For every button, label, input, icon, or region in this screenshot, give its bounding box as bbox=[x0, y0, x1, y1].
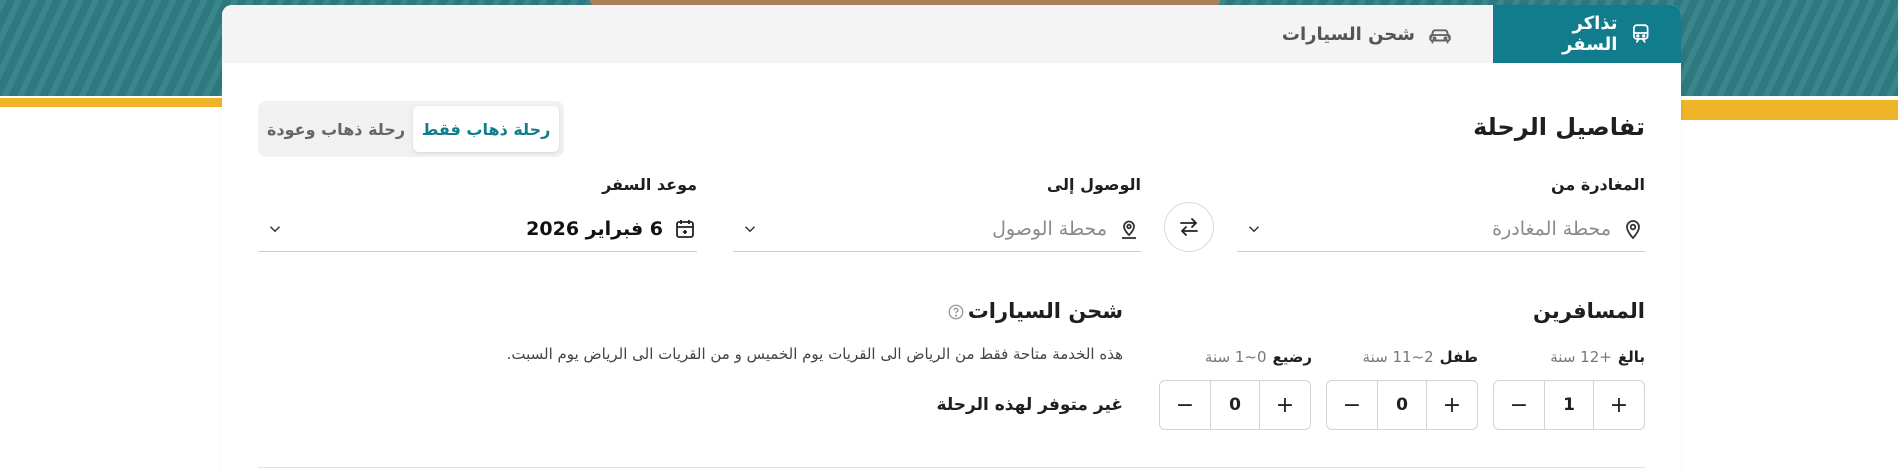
child-age-range: 2~11 سنة bbox=[1362, 348, 1434, 366]
departure-placeholder: محطة المغادرة bbox=[1492, 217, 1611, 240]
trip-type-toggle: رحلة ذهاب فقط رحلة ذهاب وعودة bbox=[258, 101, 564, 157]
accent-stripe-right bbox=[1668, 100, 1898, 120]
tab-car-shipping-label: شحن السيارات bbox=[1281, 23, 1415, 45]
arrival-label: الوصول إلى bbox=[1046, 175, 1141, 194]
child-type: طفل bbox=[1439, 348, 1478, 366]
child-decrement-button[interactable]: − bbox=[1327, 381, 1377, 429]
chevron-down-icon bbox=[744, 226, 756, 233]
arrival-field[interactable]: محطة الوصول bbox=[733, 206, 1141, 252]
child-increment-button[interactable]: + bbox=[1427, 381, 1477, 429]
trip-details-title: تفاصيل الرحلة bbox=[1473, 113, 1645, 141]
round-trip-option[interactable]: رحلة ذهاب وعودة bbox=[263, 106, 409, 152]
location-pin-icon bbox=[1626, 219, 1640, 239]
adult-type: بالغ bbox=[1617, 348, 1645, 366]
child-stepper: + 0 − bbox=[1326, 380, 1478, 430]
adult-count: 1 bbox=[1544, 381, 1594, 429]
car-shipping-note: هذه الخدمة متاحة فقط من الرياض الى القري… bbox=[506, 345, 1123, 363]
calendar-icon bbox=[676, 219, 694, 238]
infant-stepper: + 0 − bbox=[1159, 380, 1311, 430]
accent-stripe-left bbox=[0, 98, 230, 107]
car-icon bbox=[1429, 29, 1451, 44]
child-count: 0 bbox=[1377, 381, 1427, 429]
booking-tabs: تذاكر السفر شحن السيارات bbox=[222, 5, 1681, 63]
divider bbox=[258, 467, 1645, 468]
help-icon[interactable] bbox=[947, 303, 965, 321]
booking-card: تذاكر السفر شحن السيارات تفاصيل الرحلة ر… bbox=[222, 5, 1681, 470]
swap-arrows-icon bbox=[1180, 218, 1198, 236]
departure-field[interactable]: محطة المغادرة bbox=[1237, 206, 1645, 252]
infant-count: 0 bbox=[1210, 381, 1260, 429]
train-icon bbox=[1633, 24, 1649, 43]
adult-age-range: +12 سنة bbox=[1550, 348, 1612, 366]
chevron-down-icon bbox=[1248, 226, 1260, 233]
adult-stepper: + 1 − bbox=[1493, 380, 1645, 430]
travel-date-label: موعد السفر bbox=[602, 175, 697, 194]
passengers-title: المسافرين bbox=[1532, 299, 1645, 323]
infant-type: رضيع bbox=[1272, 348, 1313, 366]
departure-label: المغادرة من bbox=[1551, 175, 1645, 194]
tab-tickets[interactable]: تذاكر السفر bbox=[1493, 5, 1681, 63]
adult-increment-button[interactable]: + bbox=[1594, 381, 1644, 429]
location-marker-icon bbox=[1122, 220, 1136, 239]
chevron-down-icon bbox=[269, 226, 281, 233]
tab-car-shipping[interactable]: شحن السيارات bbox=[1254, 5, 1493, 63]
page: تذاكر السفر شحن السيارات تفاصيل الرحلة ر… bbox=[0, 0, 1898, 470]
car-shipping-title: شحن السيارات bbox=[967, 299, 1123, 323]
travel-date-value: 6 فبراير 2026 bbox=[526, 217, 663, 240]
car-shipping-unavailable: غير متوفر لهذه الرحلة bbox=[936, 395, 1123, 415]
infant-label: رضيع 0~1 سنة bbox=[1205, 348, 1312, 366]
arrival-placeholder: محطة الوصول bbox=[992, 217, 1107, 240]
adult-decrement-button[interactable]: − bbox=[1494, 381, 1544, 429]
swap-stations-button[interactable] bbox=[1164, 202, 1214, 252]
child-label: طفل 2~11 سنة bbox=[1363, 348, 1478, 366]
travel-date-field[interactable]: 6 فبراير 2026 bbox=[258, 206, 697, 252]
infant-increment-button[interactable]: + bbox=[1260, 381, 1310, 429]
one-way-option[interactable]: رحلة ذهاب فقط bbox=[413, 106, 559, 152]
infant-age-range: 0~1 سنة bbox=[1204, 348, 1267, 366]
tab-tickets-label: تذاكر السفر bbox=[1562, 13, 1618, 55]
infant-decrement-button[interactable]: − bbox=[1160, 381, 1210, 429]
adult-label: بالغ +12 سنة bbox=[1550, 348, 1645, 366]
